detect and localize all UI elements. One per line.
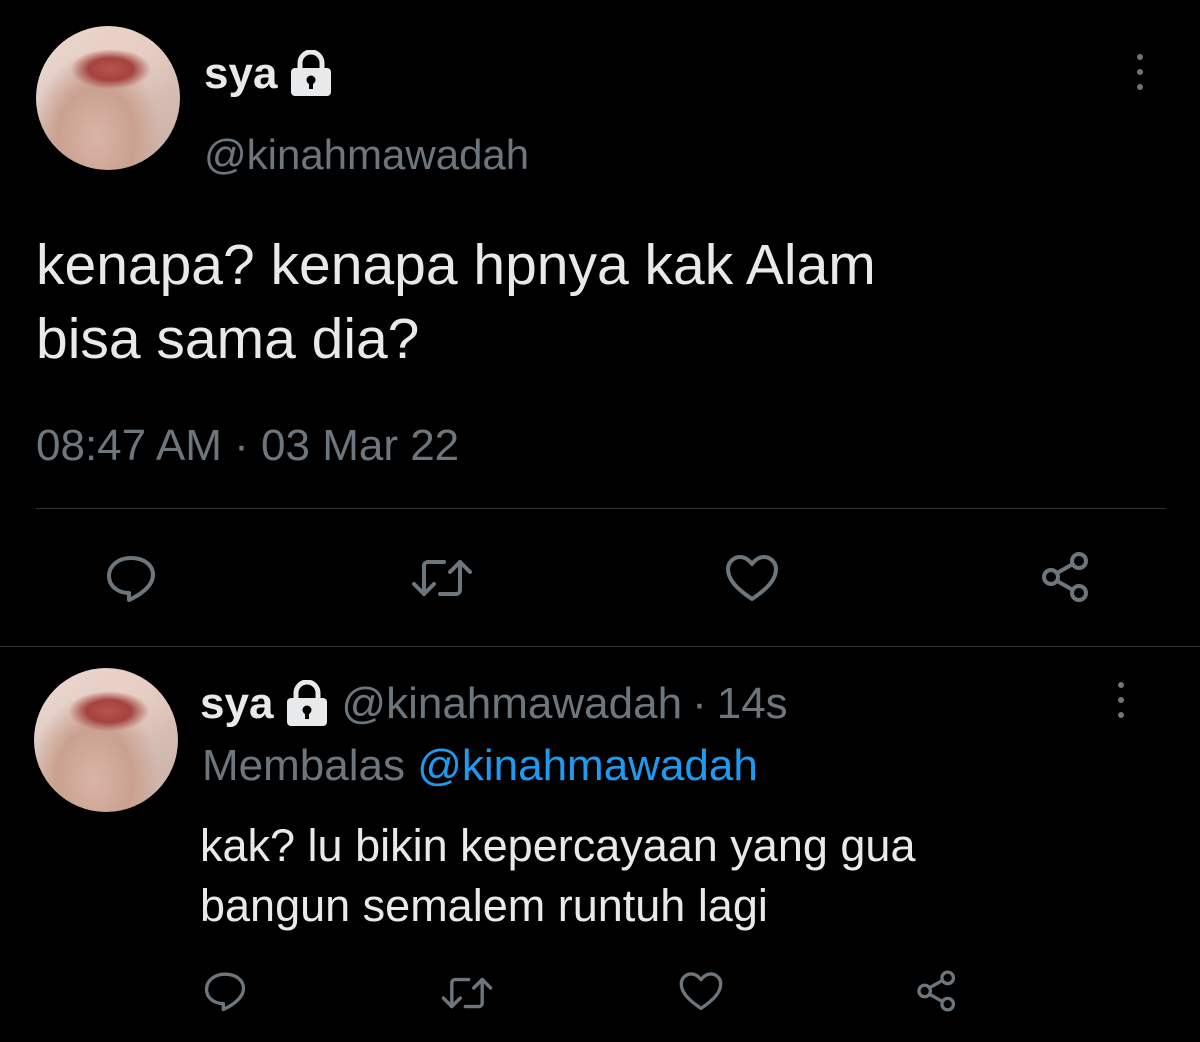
avatar[interactable] <box>34 668 178 812</box>
tweet-text-line: kak? lu bikin kepercayaan yang gua <box>200 820 916 871</box>
like-icon[interactable] <box>724 554 780 604</box>
tweet-text-line: bisa sama dia? <box>36 307 420 371</box>
replying-label: Membalas <box>202 741 405 790</box>
avatar[interactable] <box>36 26 180 170</box>
thread-divider <box>0 646 1200 647</box>
handle[interactable]: @kinahmawadah <box>341 678 682 730</box>
tweet-text: kak? lu bikin kepercayaan yang gua bangu… <box>200 816 915 936</box>
tweet-date: 03 Mar 22 <box>261 421 460 470</box>
separator: · <box>234 421 249 470</box>
replying-to-link[interactable]: @kinahmawadah <box>417 741 758 790</box>
more-options-icon[interactable] <box>1114 682 1128 718</box>
dot <box>1118 712 1124 718</box>
reply-icon[interactable] <box>202 970 248 1012</box>
handle[interactable]: @kinahmawadah <box>204 130 529 180</box>
replying-to: Membalas @kinahmawadah <box>202 740 758 792</box>
dot <box>1137 84 1143 90</box>
more-options-icon[interactable] <box>1133 54 1147 90</box>
share-icon[interactable] <box>914 968 960 1014</box>
lock-icon <box>283 679 331 728</box>
display-name[interactable]: sya <box>204 48 277 100</box>
author-line: sya <box>204 48 335 100</box>
share-icon[interactable] <box>1038 549 1094 605</box>
dot <box>1137 69 1143 75</box>
author-line: sya @kinahmawadah · 14s <box>200 678 788 730</box>
retweet-icon[interactable] <box>440 974 494 1012</box>
divider <box>36 508 1166 509</box>
reply-icon[interactable] <box>104 553 158 603</box>
tweet-text-line: bangun semalem runtuh lagi <box>200 880 768 931</box>
tweet-time: 08:47 AM <box>36 421 222 470</box>
lock-icon <box>287 49 335 98</box>
like-icon[interactable] <box>678 971 724 1013</box>
tweet-age[interactable]: 14s <box>717 678 788 730</box>
dot <box>1137 54 1143 60</box>
retweet-icon[interactable] <box>410 556 474 600</box>
dot <box>1118 682 1124 688</box>
timestamp[interactable]: 08:47 AM · 03 Mar 22 <box>36 420 459 472</box>
tweet-text: kenapa? kenapa hpnya kak Alam bisa sama … <box>36 228 876 376</box>
dot <box>1118 697 1124 703</box>
separator: · <box>692 679 707 728</box>
display-name[interactable]: sya <box>200 678 273 730</box>
tweet-text-line: kenapa? kenapa hpnya kak Alam <box>36 233 876 297</box>
